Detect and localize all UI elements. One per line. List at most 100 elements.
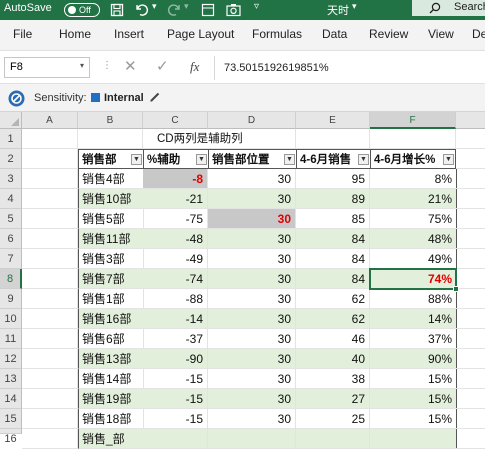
cell-b1[interactable] [78, 129, 143, 149]
header-dept-position[interactable]: 销售部位置 ▼ [208, 149, 297, 169]
cell-dept-position[interactable]: 30 [208, 369, 296, 389]
row-header[interactable]: 14 [0, 389, 22, 409]
cell-empty[interactable] [22, 389, 78, 409]
cell-dept[interactable]: 销售18部 [78, 409, 144, 429]
cell-helper-pct[interactable]: -49 [143, 249, 208, 269]
cancel-icon[interactable]: ✕ [124, 57, 137, 75]
tab-review[interactable]: Review [369, 27, 408, 41]
cell-helper-pct[interactable]: -48 [143, 229, 208, 249]
cell-empty[interactable] [22, 289, 78, 309]
column-header-g[interactable] [456, 112, 485, 129]
cell-empty[interactable] [22, 229, 78, 249]
row-header[interactable]: 12 [0, 349, 22, 369]
cell-empty[interactable] [22, 409, 78, 429]
row-header[interactable]: 13 [0, 369, 22, 389]
insert-function-icon[interactable]: fx [190, 59, 199, 75]
filter-dropdown-icon[interactable]: ▼ [358, 154, 369, 165]
cell-empty[interactable] [22, 189, 78, 209]
cell-q2-growth[interactable]: 48% [370, 229, 457, 249]
cell-empty[interactable] [22, 369, 78, 389]
cell-empty[interactable] [456, 349, 485, 369]
cell-empty[interactable] [456, 369, 485, 389]
cell-q2-growth[interactable]: 74% [370, 269, 457, 289]
cell-q2-growth[interactable]: 8% [370, 169, 457, 189]
cell-q2-sales[interactable]: 46 [296, 329, 370, 349]
cell-helper-pct[interactable]: -14 [143, 309, 208, 329]
tab-file[interactable]: File [13, 27, 32, 41]
cell-g1[interactable] [456, 129, 485, 149]
cell-helper-pct[interactable]: -75 [143, 209, 208, 229]
cell-dept[interactable]: 销售_部 [78, 429, 144, 449]
name-box-dropdown-icon[interactable]: ▾ [80, 61, 84, 70]
row-header[interactable]: 15 [0, 409, 22, 429]
cell-q2-sales[interactable]: 84 [296, 269, 370, 289]
cell-dept[interactable]: 销售11部 [78, 229, 144, 249]
cell-dept[interactable]: 销售1部 [78, 289, 144, 309]
cell-a2[interactable] [22, 149, 78, 169]
cell-dept[interactable]: 销售7部 [78, 269, 144, 289]
cell-dept-position[interactable]: 30 [208, 289, 296, 309]
cell-empty[interactable] [22, 349, 78, 369]
tab-data[interactable]: Data [322, 27, 347, 41]
camera-icon[interactable] [226, 3, 241, 17]
cell-empty[interactable] [456, 289, 485, 309]
cell-q2-growth[interactable]: 15% [370, 369, 457, 389]
column-header-d[interactable]: D [208, 112, 296, 129]
cell-empty[interactable] [456, 269, 485, 289]
cell-dept-position[interactable]: 30 [208, 389, 296, 409]
cell-empty[interactable] [22, 209, 78, 229]
cell-dept-position[interactable]: 30 [208, 409, 296, 429]
formula-input[interactable]: 73.5015192619851% [224, 62, 329, 74]
select-all-corner[interactable] [0, 112, 22, 129]
row-header[interactable]: 6 [0, 229, 22, 249]
row-header[interactable]: 1 [0, 129, 22, 149]
cell-empty[interactable] [456, 209, 485, 229]
cell-dept-position[interactable]: 30 [208, 209, 296, 229]
tab-formulas[interactable]: Formulas [252, 27, 302, 41]
tab-page-layout[interactable]: Page Layout [167, 27, 234, 41]
cell-empty[interactable] [456, 329, 485, 349]
cell-q2-sales[interactable]: 62 [296, 289, 370, 309]
cell-helper-pct[interactable] [143, 429, 208, 449]
cell-q2-growth[interactable]: 21% [370, 189, 457, 209]
row-header[interactable]: 8 [0, 269, 22, 289]
cell-dept[interactable]: 销售3部 [78, 249, 144, 269]
filter-dropdown-icon[interactable]: ▼ [443, 154, 454, 165]
column-header-c[interactable]: C [143, 112, 208, 129]
header-sales-dept[interactable]: 销售部 ▼ [78, 149, 144, 169]
row-header[interactable]: 16 [0, 429, 22, 445]
row-header[interactable]: 5 [0, 209, 22, 229]
cell-helper-pct[interactable]: -15 [143, 409, 208, 429]
cell-empty[interactable] [456, 189, 485, 209]
cell-dept-position[interactable]: 30 [208, 269, 296, 289]
cell-q2-growth[interactable] [370, 429, 457, 449]
autosave-toggle[interactable]: Off [64, 3, 100, 17]
cell-d1[interactable] [208, 129, 296, 149]
cell-g2[interactable] [456, 149, 485, 169]
cell-empty[interactable] [456, 309, 485, 329]
edit-pencil-icon[interactable] [149, 91, 161, 103]
cell-dept[interactable]: 销售4部 [78, 169, 144, 189]
column-header-e[interactable]: E [296, 112, 370, 129]
column-header-a[interactable]: A [22, 112, 78, 129]
row-header[interactable]: 11 [0, 329, 22, 349]
search-box[interactable]: Search [412, 0, 485, 16]
cell-empty[interactable] [456, 429, 485, 449]
enter-icon[interactable]: ✓ [156, 57, 169, 75]
cell-a1[interactable] [22, 129, 78, 149]
row-header[interactable]: 7 [0, 249, 22, 269]
cell-e1[interactable] [296, 129, 370, 149]
cell-dept-position[interactable]: 30 [208, 249, 296, 269]
save-icon[interactable] [110, 3, 124, 17]
cell-empty[interactable] [456, 389, 485, 409]
sensitivity-value[interactable]: Internal [104, 92, 144, 104]
cell-q2-growth[interactable]: 49% [370, 249, 457, 269]
sensitivity-icon[interactable] [8, 90, 25, 107]
cell-empty[interactable] [456, 249, 485, 269]
fill-handle[interactable] [453, 286, 459, 292]
cell-dept-position[interactable]: 30 [208, 229, 296, 249]
tab-developer[interactable]: De [472, 27, 485, 41]
cell-helper-pct[interactable]: -8 [143, 169, 208, 189]
cell-helper-pct[interactable]: -15 [143, 389, 208, 409]
cell-dept-position[interactable]: 30 [208, 169, 296, 189]
